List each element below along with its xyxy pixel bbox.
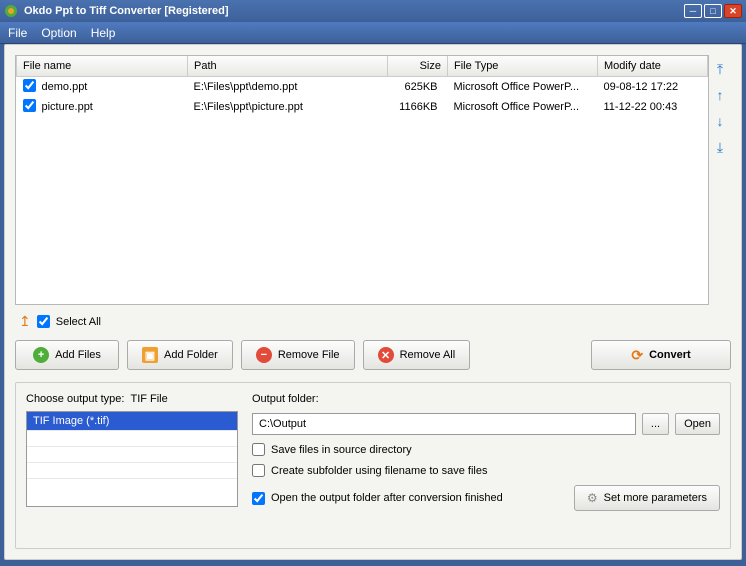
cell-filename: demo.ppt (36, 76, 188, 97)
plus-icon: + (33, 347, 49, 363)
cell-path: E:\Files\ppt\picture.ppt (188, 97, 388, 117)
close-button[interactable]: ✕ (724, 4, 742, 18)
col-filename[interactable]: File name (17, 56, 188, 76)
type-option-tif[interactable]: TIF Image (*.tif) (27, 412, 237, 430)
move-top-icon[interactable]: ⤒ (712, 61, 728, 77)
set-more-parameters-button[interactable]: ⚙Set more parameters (574, 485, 720, 511)
window-title: Okdo Ppt to Tiff Converter [Registered] (24, 5, 229, 17)
maximize-button[interactable]: □ (704, 4, 722, 18)
create-subfolder-checkbox[interactable] (252, 464, 265, 477)
cell-size: 625KB (388, 76, 448, 97)
col-modify[interactable]: Modify date (598, 56, 708, 76)
title-bar: Okdo Ppt to Tiff Converter [Registered] … (0, 0, 746, 22)
save-in-source-label: Save files in source directory (271, 444, 412, 456)
file-list-grid[interactable]: File name Path Size File Type Modify dat… (15, 55, 709, 305)
add-files-button[interactable]: +Add Files (15, 340, 119, 370)
open-after-label: Open the output folder after conversion … (271, 492, 503, 504)
main-content: File name Path Size File Type Modify dat… (4, 44, 742, 560)
cell-filetype: Microsoft Office PowerP... (448, 97, 598, 117)
select-all-checkbox[interactable] (37, 315, 50, 328)
select-all-row: ↥ Select All (19, 313, 731, 330)
create-subfolder-label: Create subfolder using filename to save … (271, 465, 487, 477)
x-icon: ✕ (378, 347, 394, 363)
cell-modify: 09-08-12 17:22 (598, 76, 708, 97)
remove-all-button[interactable]: ✕Remove All (363, 340, 471, 370)
minimize-button[interactable]: ─ (684, 4, 702, 18)
col-size[interactable]: Size (388, 56, 448, 76)
current-type-label: TIF File (130, 393, 167, 405)
menu-file[interactable]: File (8, 26, 27, 40)
move-bottom-icon[interactable]: ⤓ (712, 139, 728, 155)
choose-type-label: Choose output type: (26, 393, 124, 405)
menu-bar: File Option Help (0, 22, 746, 44)
move-down-icon[interactable]: ↓ (712, 113, 728, 129)
folder-icon: ▣ (142, 347, 158, 363)
convert-icon: ⟳ (631, 347, 643, 364)
output-folder-input[interactable] (252, 413, 636, 435)
up-level-icon[interactable]: ↥ (19, 313, 31, 330)
reorder-arrows: ⤒ ↑ ↓ ⤓ (709, 55, 731, 305)
output-panel: Choose output type: TIF File TIF Image (… (15, 382, 731, 549)
remove-file-button[interactable]: −Remove File (241, 340, 355, 370)
table-row[interactable]: picture.ppt E:\Files\ppt\picture.ppt 116… (17, 97, 708, 117)
table-row[interactable]: demo.ppt E:\Files\ppt\demo.ppt 625KB Mic… (17, 76, 708, 97)
cell-filetype: Microsoft Office PowerP... (448, 76, 598, 97)
cell-modify: 11-12-22 00:43 (598, 97, 708, 117)
select-all-label: Select All (56, 316, 101, 328)
add-folder-button[interactable]: ▣Add Folder (127, 340, 233, 370)
gear-icon: ⚙ (587, 491, 598, 505)
menu-help[interactable]: Help (91, 26, 116, 40)
col-filetype[interactable]: File Type (448, 56, 598, 76)
toolbar-row: +Add Files ▣Add Folder −Remove File ✕Rem… (15, 340, 731, 370)
convert-button[interactable]: ⟳Convert (591, 340, 731, 370)
cell-path: E:\Files\ppt\demo.ppt (188, 76, 388, 97)
save-in-source-checkbox[interactable] (252, 443, 265, 456)
open-folder-button[interactable]: Open (675, 413, 720, 435)
minus-icon: − (256, 347, 272, 363)
app-logo-icon (4, 4, 18, 18)
row-checkbox[interactable] (23, 99, 36, 112)
col-path[interactable]: Path (188, 56, 388, 76)
cell-filename: picture.ppt (36, 97, 188, 117)
menu-option[interactable]: Option (41, 26, 76, 40)
browse-button[interactable]: ... (642, 413, 669, 435)
open-after-checkbox[interactable] (252, 492, 265, 505)
row-checkbox[interactable] (23, 79, 36, 92)
output-type-list[interactable]: TIF Image (*.tif) (26, 411, 238, 507)
cell-size: 1166KB (388, 97, 448, 117)
output-folder-label: Output folder: (252, 393, 720, 405)
move-up-icon[interactable]: ↑ (712, 87, 728, 103)
